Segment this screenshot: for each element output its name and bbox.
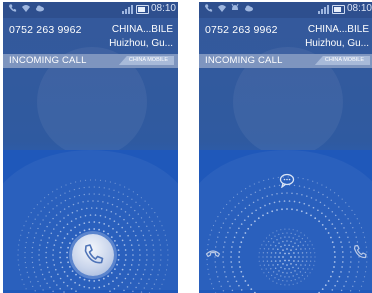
phone-screen-actions: 08:10 0752 263 9962 CHINA...BILE Huizhou… [199, 2, 372, 293]
phone-handset-icon [84, 244, 104, 264]
dotted-ring [206, 176, 368, 293]
phone-screen-incoming: 08:10 0752 263 9962 CHINA...BILE Huizhou… [3, 2, 178, 293]
message-icon [279, 173, 295, 189]
answer-action-button[interactable] [352, 244, 368, 265]
answer-icon [353, 244, 367, 259]
answer-button[interactable] [72, 234, 114, 276]
message-button[interactable] [279, 173, 295, 193]
decline-button[interactable] [205, 246, 221, 264]
decline-icon [205, 250, 221, 258]
